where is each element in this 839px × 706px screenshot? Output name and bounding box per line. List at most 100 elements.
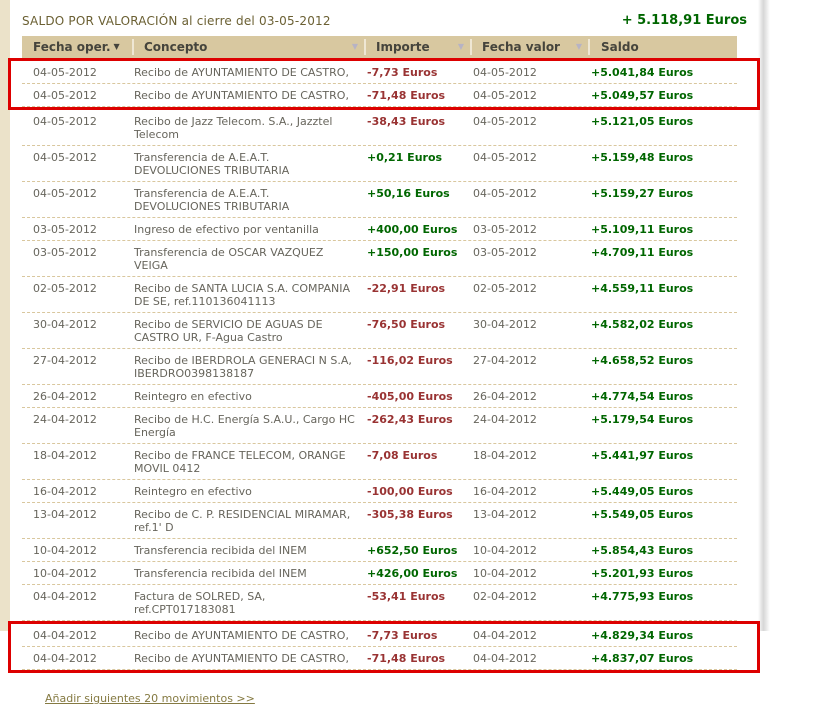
cell-importe: -76,50 Euros: [367, 318, 446, 331]
sort-arrow-icon[interactable]: ▼: [114, 43, 120, 51]
cell-saldo: +4.658,52 Euros: [591, 354, 694, 367]
cell-saldo: +4.837,07 Euros: [591, 652, 694, 665]
cell-saldo: +5.441,97 Euros: [591, 449, 694, 462]
column-header-fecha-oper[interactable]: Fecha oper. ▼: [22, 39, 134, 55]
column-header-label: Fecha valor: [482, 40, 560, 54]
cell-importe: -262,43 Euros: [367, 413, 453, 426]
cell-importe: +50,16 Euros: [367, 187, 450, 200]
cell-fecha-valor: 16-04-2012: [473, 485, 537, 498]
cell-importe: -100,00 Euros: [367, 485, 453, 498]
cell-saldo: +5.159,27 Euros: [591, 187, 694, 200]
table-row: 24-04-2012 Recibo de H.C. Energía S.A.U.,…: [22, 408, 737, 444]
table-row: 04-04-2012 Recibo de AYUNTAMIENTO DE CAST…: [22, 624, 737, 647]
cell-fecha-oper: 18-04-2012: [33, 449, 97, 462]
cell-concepto: Recibo de FRANCE TELECOM, ORANGE MOVIL 0…: [134, 449, 346, 475]
column-header-label: Concepto: [144, 40, 208, 54]
cell-concepto: Recibo de Jazz Telecom. S.A., Jazztel Te…: [134, 115, 333, 141]
cell-fecha-valor: 04-05-2012: [473, 187, 537, 200]
cell-concepto: Factura de SOLRED, SA, ref.CPT017183081: [134, 590, 266, 616]
cell-fecha-valor: 10-04-2012: [473, 544, 537, 557]
cell-saldo: +5.109,11 Euros: [591, 223, 694, 236]
cell-saldo: +5.121,05 Euros: [591, 115, 694, 128]
column-header-concepto[interactable]: Concepto ▼: [134, 39, 366, 55]
column-header-label: Fecha oper.: [33, 40, 111, 54]
table-row: 13-04-2012 Recibo de C. P. RESIDENCIAL MI…: [22, 503, 737, 539]
table-row: 04-05-2012 Transferencia de A.E.A.T. DEVO…: [22, 182, 737, 218]
cell-importe: +652,50 Euros: [367, 544, 458, 557]
cell-importe: -7,08 Euros: [367, 449, 438, 462]
cell-fecha-oper: 10-04-2012: [33, 567, 97, 580]
cell-fecha-valor: 18-04-2012: [473, 449, 537, 462]
cell-fecha-valor: 04-05-2012: [473, 115, 537, 128]
cell-saldo: +5.449,05 Euros: [591, 485, 694, 498]
cell-importe: -305,38 Euros: [367, 508, 453, 521]
cell-fecha-oper: 04-05-2012: [33, 187, 97, 200]
movements-table-body: 04-05-2012 Recibo de AYUNTAMIENTO DE CAST…: [8, 58, 760, 673]
cell-concepto: Ingreso de efectivo por ventanilla: [134, 223, 319, 236]
cell-concepto: Transferencia recibida del INEM: [134, 567, 307, 580]
cell-importe: +426,00 Euros: [367, 567, 458, 580]
table-row: 04-05-2012 Recibo de Jazz Telecom. S.A., …: [22, 110, 737, 146]
table-row: 02-05-2012 Recibo de SANTA LUCIA S.A. COM…: [22, 277, 737, 313]
valuation-balance-amount: + 5.118,91 Euros: [621, 13, 747, 28]
cell-saldo: +5.201,93 Euros: [591, 567, 694, 580]
cell-fecha-oper: 16-04-2012: [33, 485, 97, 498]
cell-concepto: Recibo de AYUNTAMIENTO DE CASTRO,: [134, 66, 349, 79]
table-row: 03-05-2012 Ingreso de efectivo por ventan…: [22, 218, 737, 241]
cell-saldo: +4.582,02 Euros: [591, 318, 694, 331]
cell-fecha-valor: 26-04-2012: [473, 390, 537, 403]
table-row: 04-05-2012 Recibo de AYUNTAMIENTO DE CAST…: [22, 84, 737, 107]
table-row: 16-04-2012 Reintegro en efectivo -100,00 E…: [22, 480, 737, 503]
cell-fecha-oper: 04-05-2012: [33, 66, 97, 79]
cell-importe: -71,48 Euros: [367, 89, 446, 102]
column-header-fecha-valor[interactable]: Fecha valor ▼: [472, 39, 590, 55]
cell-concepto: Reintegro en efectivo: [134, 485, 252, 498]
cell-fecha-oper: 03-05-2012: [33, 223, 97, 236]
cell-saldo: +5.159,48 Euros: [591, 151, 694, 164]
cell-fecha-oper: 02-05-2012: [33, 282, 97, 295]
cell-saldo: +5.049,57 Euros: [591, 89, 694, 102]
table-row: 04-05-2012 Recibo de AYUNTAMIENTO DE CAST…: [22, 61, 737, 84]
account-movements-panel: SALDO POR VALORACIÓN al cierre del 03-05…: [8, 0, 760, 705]
cell-concepto: Recibo de IBERDROLA GENERACI N S.A, IBER…: [134, 354, 352, 380]
cell-importe: -53,41 Euros: [367, 590, 446, 603]
cell-fecha-valor: 04-05-2012: [473, 151, 537, 164]
cell-fecha-valor: 03-05-2012: [473, 246, 537, 259]
cell-fecha-oper: 26-04-2012: [33, 390, 97, 403]
cell-fecha-valor: 30-04-2012: [473, 318, 537, 331]
highlight-box: 04-05-2012 Recibo de AYUNTAMIENTO DE CAST…: [8, 58, 760, 110]
cell-saldo: +5.854,43 Euros: [591, 544, 694, 557]
cell-concepto: Recibo de AYUNTAMIENTO DE CASTRO,: [134, 89, 349, 102]
cell-fecha-oper: 13-04-2012: [33, 508, 97, 521]
table-row: 30-04-2012 Recibo de SERVICIO DE AGUAS DE…: [22, 313, 737, 349]
cell-fecha-oper: 04-05-2012: [33, 115, 97, 128]
cell-importe: -38,43 Euros: [367, 115, 446, 128]
cell-importe: -22,91 Euros: [367, 282, 446, 295]
table-row: 04-05-2012 Transferencia de A.E.A.T. DEVO…: [22, 146, 737, 182]
cell-importe: +400,00 Euros: [367, 223, 458, 236]
cell-fecha-oper: 10-04-2012: [33, 544, 97, 557]
table-row: 10-04-2012 Transferencia recibida del INE…: [22, 562, 737, 585]
cell-concepto: Transferencia recibida del INEM: [134, 544, 307, 557]
table-row: 03-05-2012 Transferencia de OSCAR VAZQUEZ…: [22, 241, 737, 277]
sort-arrow-icon[interactable]: ▼: [458, 43, 464, 51]
load-more-movements-link[interactable]: Añadir siguientes 20 movimientos >>: [45, 692, 255, 705]
cell-fecha-valor: 27-04-2012: [473, 354, 537, 367]
page-title: SALDO POR VALORACIÓN al cierre del 03-05…: [22, 14, 331, 28]
cell-concepto: Recibo de C. P. RESIDENCIAL MIRAMAR, ref…: [134, 508, 351, 534]
sort-arrow-icon[interactable]: ▼: [576, 43, 582, 51]
cell-fecha-valor: 13-04-2012: [473, 508, 537, 521]
sort-arrow-icon[interactable]: ▼: [352, 43, 358, 51]
column-header-label: Importe: [376, 40, 430, 54]
cell-fecha-oper: 03-05-2012: [33, 246, 97, 259]
column-header-importe[interactable]: Importe ▼: [366, 39, 472, 55]
cell-saldo: +4.709,11 Euros: [591, 246, 694, 259]
cell-importe: -7,73 Euros: [367, 66, 438, 79]
balance-header: SALDO POR VALORACIÓN al cierre del 03-05…: [22, 13, 747, 28]
table-row: 26-04-2012 Reintegro en efectivo -405,00 E…: [22, 385, 737, 408]
cell-fecha-oper: 27-04-2012: [33, 354, 97, 367]
highlight-box: 04-04-2012 Recibo de AYUNTAMIENTO DE CAST…: [8, 621, 760, 673]
cell-fecha-valor: 04-05-2012: [473, 66, 537, 79]
cell-concepto: Reintegro en efectivo: [134, 390, 252, 403]
table-row: 04-04-2012 Recibo de AYUNTAMIENTO DE CAST…: [22, 647, 737, 670]
